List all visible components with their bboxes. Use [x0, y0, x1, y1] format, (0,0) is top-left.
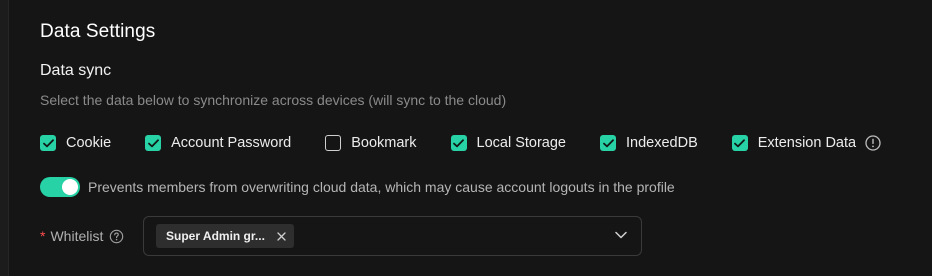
checkbox-indexeddb[interactable]: IndexedDB — [600, 135, 698, 151]
overwrite-protection-toggle[interactable] — [40, 177, 80, 197]
checkbox-label: Local Storage — [476, 135, 566, 151]
checkbox-box[interactable] — [40, 135, 56, 151]
checkbox-box[interactable] — [600, 135, 616, 151]
close-icon[interactable] — [277, 231, 286, 241]
checkbox-cookie[interactable]: Cookie — [40, 135, 111, 151]
checkbox-label: Cookie — [66, 135, 112, 151]
selected-tag: Super Admin gr... — [156, 224, 294, 248]
checkbox-label: Bookmark — [351, 135, 417, 151]
checkbox-bookmark[interactable]: Bookmark — [325, 135, 417, 151]
overwrite-protection-label: Prevents members from overwriting cloud … — [88, 179, 675, 195]
checkbox-label: IndexedDB — [626, 135, 698, 151]
checkbox-box[interactable] — [450, 135, 467, 151]
required-mark: * — [40, 228, 46, 244]
data-sync-title: Data sync — [40, 62, 112, 79]
checkbox-box[interactable] — [325, 135, 342, 151]
checkbox-local-storage[interactable]: Local Storage — [450, 135, 566, 151]
whitelist-select[interactable]: Super Admin gr... — [143, 216, 642, 256]
question-circle-icon[interactable] — [109, 229, 124, 244]
data-sync-description: Select the data below to synchronize acr… — [40, 92, 507, 108]
checkbox-label: Account Password — [171, 135, 292, 151]
whitelist-label-text: Whitelist — [50, 228, 104, 244]
chevron-down-icon[interactable] — [615, 231, 627, 239]
checkbox-extension-data[interactable]: Extension Data — [731, 135, 857, 151]
toggle-knob — [62, 179, 78, 195]
whitelist-label: * Whitelist — [40, 228, 124, 244]
checkbox-box[interactable] — [145, 135, 162, 151]
sync-options: Cookie Account Password Bookmark Local S… — [40, 133, 881, 153]
left-rail — [0, 0, 9, 276]
data-settings-panel: Data Settings Data sync Select the data … — [0, 0, 932, 276]
page-title: Data Settings — [40, 21, 156, 42]
overwrite-protection-row: Prevents members from overwriting cloud … — [40, 177, 675, 197]
checkbox-account-password[interactable]: Account Password — [145, 135, 291, 151]
checkbox-label: Extension Data — [757, 135, 857, 151]
checkbox-box[interactable] — [731, 135, 748, 151]
info-circle-icon[interactable] — [865, 135, 881, 151]
tag-label: Super Admin gr... — [166, 229, 265, 243]
